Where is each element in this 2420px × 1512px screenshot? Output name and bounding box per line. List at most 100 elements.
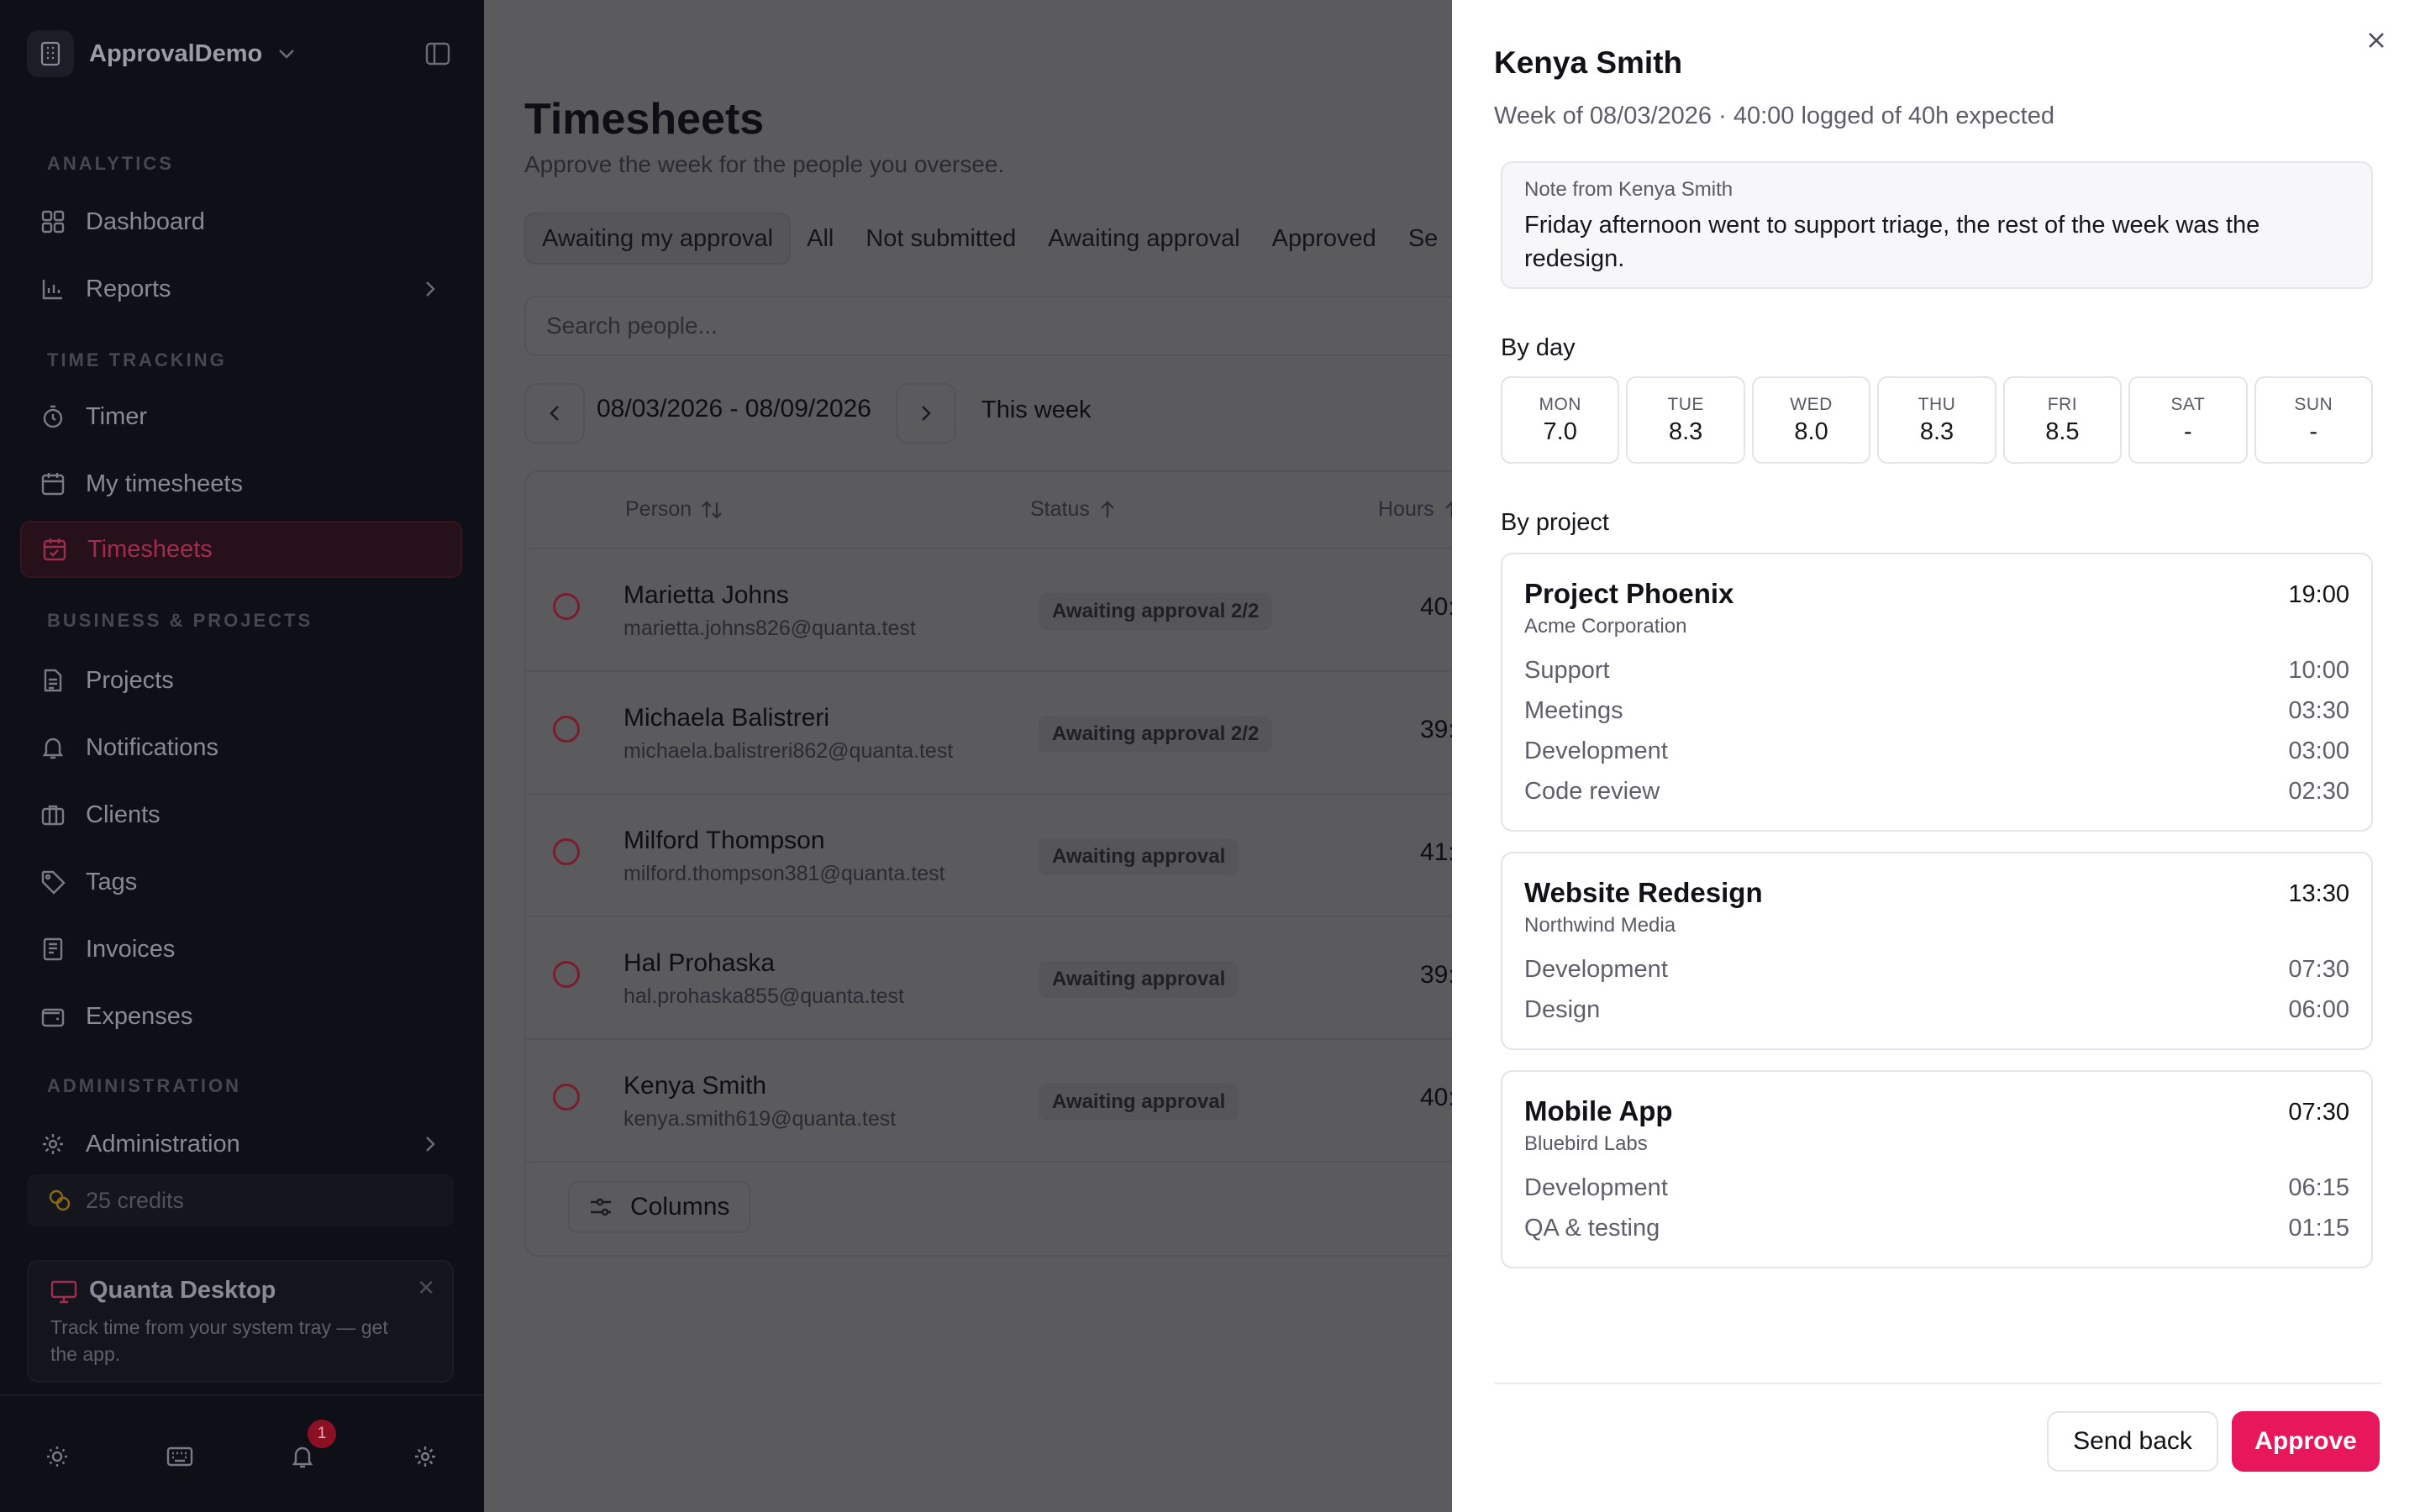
tab-truncated[interactable]: Se bbox=[1392, 213, 1454, 265]
close-icon[interactable] bbox=[2361, 25, 2391, 55]
chevron-right-icon bbox=[922, 406, 931, 421]
row-checkbox[interactable] bbox=[553, 838, 580, 865]
day-label: FRI bbox=[2047, 394, 2078, 414]
table-row[interactable]: Marietta Johns marietta.johns826@quanta.… bbox=[526, 548, 1484, 670]
sidebar-item-administration[interactable]: Administration bbox=[20, 1116, 462, 1173]
day-label: SAT bbox=[2170, 394, 2206, 414]
sidebar-item-label: Clients bbox=[86, 801, 160, 828]
table-row[interactable]: Michaela Balistreri michaela.balistreri8… bbox=[526, 670, 1484, 793]
table-row[interactable]: Hal Prohaska hal.prohaska855@quanta.test… bbox=[526, 916, 1484, 1038]
task-hours: 06:00 bbox=[2288, 996, 2349, 1023]
grid-icon bbox=[41, 210, 65, 234]
project-client: Bluebird Labs bbox=[1524, 1132, 1648, 1155]
bell-icon bbox=[42, 738, 64, 759]
project-total: 07:30 bbox=[2288, 1099, 2349, 1126]
day-hours: - bbox=[2183, 417, 2192, 445]
project-name: Project Phoenix bbox=[1524, 578, 1734, 609]
person-email: kenya.smith619@quanta.test bbox=[623, 1107, 897, 1131]
timesheet-detail-panel: Kenya Smith Week of 08/03/2026 · 40:00 l… bbox=[1452, 0, 2420, 1512]
day-card-sat: SAT - bbox=[2128, 376, 2248, 464]
column-header-person[interactable]: Person bbox=[625, 497, 723, 522]
next-week-button[interactable] bbox=[896, 383, 956, 444]
tab-all[interactable]: All bbox=[791, 213, 850, 265]
sort-icon bbox=[702, 500, 722, 519]
sidebar-item-tags[interactable]: Tags bbox=[20, 853, 462, 911]
building-icon bbox=[27, 30, 74, 77]
coins-icon bbox=[49, 1189, 71, 1211]
search-input[interactable]: Search people... bbox=[524, 296, 1482, 356]
column-header-hours[interactable]: Hours bbox=[1378, 497, 1461, 522]
sidebar-item-dashboard[interactable]: Dashboard bbox=[20, 193, 462, 250]
row-checkbox[interactable] bbox=[553, 1084, 580, 1110]
workspace-name: ApprovalDemo bbox=[89, 39, 263, 67]
row-checkbox[interactable] bbox=[553, 961, 580, 988]
employee-note: Note from Kenya Smith Friday afternoon w… bbox=[1501, 161, 2373, 289]
settings-gear-icon[interactable] bbox=[408, 1440, 442, 1473]
credits-label: 25 credits bbox=[86, 1187, 185, 1213]
tab-approved[interactable]: Approved bbox=[1256, 213, 1392, 265]
task-hours: 10:00 bbox=[2288, 657, 2349, 684]
workspace-switcher[interactable]: ApprovalDemo bbox=[27, 30, 296, 77]
sidebar-item-expenses[interactable]: Expenses bbox=[20, 988, 462, 1045]
day-card-tue: TUE 8.3 bbox=[1626, 376, 1745, 464]
person-name: Marietta Johns bbox=[623, 581, 789, 609]
tab-not-submitted[interactable]: Not submitted bbox=[850, 213, 1032, 265]
day-label: MON bbox=[1539, 394, 1581, 414]
project-client: Acme Corporation bbox=[1524, 615, 1687, 638]
tab-awaiting-approval[interactable]: Awaiting approval bbox=[1032, 213, 1255, 265]
promo-close-icon[interactable]: ✕ bbox=[417, 1275, 435, 1301]
person-email: michaela.balistreri862@quanta.test bbox=[623, 739, 954, 763]
sidebar-item-my-timesheets[interactable]: My timesheets bbox=[20, 455, 462, 512]
column-header-status[interactable]: Status bbox=[1030, 497, 1117, 522]
project-card-phoenix: Project Phoenix 19:00 Acme Corporation S… bbox=[1501, 553, 2373, 832]
person-name: Milford Thompson bbox=[623, 827, 825, 854]
chevron-right-icon bbox=[426, 281, 435, 297]
task-label: Code review bbox=[1524, 778, 1660, 805]
timesheets-table: Person Status Hours Marietta Johns marie… bbox=[524, 470, 1484, 1257]
task-hours: 03:00 bbox=[2288, 738, 2349, 764]
theme-toggle-icon[interactable] bbox=[40, 1440, 74, 1473]
promo-title: Quanta Desktop bbox=[89, 1277, 276, 1304]
tag-icon bbox=[41, 870, 66, 895]
task-label: Support bbox=[1524, 657, 1610, 684]
project-total: 13:30 bbox=[2288, 880, 2349, 907]
sort-asc-icon bbox=[1101, 500, 1114, 517]
main-content: Timesheets Approve the week for the peop… bbox=[484, 0, 1484, 1512]
row-checkbox[interactable] bbox=[553, 716, 580, 743]
sidebar-toggle-icon[interactable] bbox=[425, 42, 450, 66]
by-day-heading: By day bbox=[1501, 334, 1576, 361]
send-back-button[interactable]: Send back bbox=[2047, 1411, 2218, 1472]
keyboard-icon[interactable] bbox=[163, 1440, 197, 1473]
sidebar-item-label: Projects bbox=[86, 666, 174, 694]
tab-awaiting-my-approval[interactable]: Awaiting my approval bbox=[524, 213, 792, 265]
status-badge: Awaiting approval 2/2 bbox=[1039, 593, 1273, 630]
approve-button[interactable]: Approve bbox=[2232, 1411, 2380, 1472]
table-row[interactable]: Kenya Smith kenya.smith619@quanta.test A… bbox=[526, 1038, 1484, 1161]
project-name: Mobile App bbox=[1524, 1095, 1673, 1126]
day-label: TUE bbox=[1667, 394, 1704, 414]
row-checkbox[interactable] bbox=[553, 593, 580, 620]
gear-icon bbox=[43, 1134, 63, 1154]
sidebar-item-invoices[interactable]: Invoices bbox=[20, 921, 462, 978]
sidebar-item-label: Notifications bbox=[86, 733, 218, 761]
page-title: Timesheets bbox=[524, 95, 765, 144]
day-card-wed: WED 8.0 bbox=[1751, 376, 1871, 464]
day-label: THU bbox=[1918, 394, 1956, 414]
sidebar-item-notifications[interactable]: Notifications bbox=[20, 719, 462, 776]
columns-button[interactable]: Columns bbox=[568, 1181, 751, 1233]
credits-indicator[interactable]: 25 credits bbox=[27, 1174, 454, 1226]
sidebar-item-projects[interactable]: Projects bbox=[20, 652, 462, 709]
sidebar-item-clients[interactable]: Clients bbox=[20, 786, 462, 843]
sidebar-item-label: Tags bbox=[86, 868, 138, 895]
this-week-button[interactable]: This week bbox=[981, 396, 1092, 424]
calendar-icon bbox=[41, 473, 65, 496]
sidebar-item-reports[interactable]: Reports bbox=[20, 260, 462, 318]
table-row[interactable]: Milford Thompson milford.thompson381@qua… bbox=[526, 793, 1484, 916]
task-hours: 07:30 bbox=[2288, 956, 2349, 983]
sidebar-item-timesheets[interactable]: Timesheets bbox=[20, 521, 462, 578]
sidebar-item-label: Invoices bbox=[86, 935, 176, 963]
sidebar-item-timer[interactable]: Timer bbox=[20, 388, 462, 445]
prev-week-button[interactable] bbox=[524, 383, 585, 444]
task-hours: 03:30 bbox=[2288, 697, 2349, 724]
day-hours: 8.3 bbox=[1919, 417, 1954, 445]
